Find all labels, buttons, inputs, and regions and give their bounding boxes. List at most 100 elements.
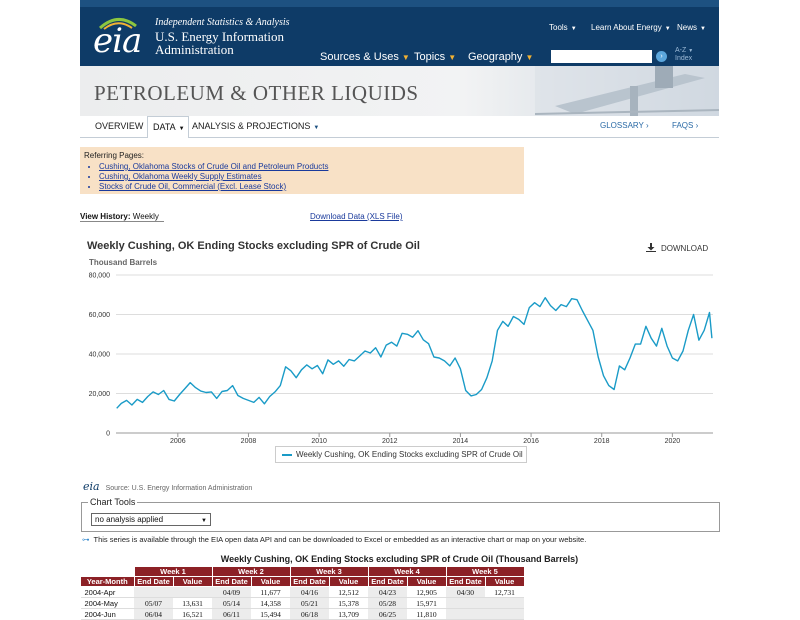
value-cell: 12,731 [485,586,524,598]
value-cell: 11,677 [251,586,290,598]
caret-down-icon: ▼ [700,26,706,32]
end-date-cell: 05/21 [290,597,329,609]
download-data-link[interactable]: Download Data (XLS File) [310,212,402,221]
glossary-link[interactable]: GLOSSARY › [600,121,649,130]
y-tick-label: 60,000 [89,312,111,319]
week-header: Week 4 [367,566,447,577]
col-year-month: Year-Month [80,576,135,587]
end-date-cell [446,608,485,620]
tab-analysis-projections[interactable]: ANALYSIS & PROJECTIONS ▼ [192,121,319,131]
caret-down-icon: ▼ [401,53,410,62]
stocks-line-chart[interactable]: 0 20,000 40,000 60,000 80,000 2006 2008 2010 201… [80,266,719,476]
nav-sources-uses-label: Sources & Uses [320,51,399,63]
end-date-cell: 05/14 [212,597,251,609]
nav-sources-uses[interactable]: Sources & Uses ▼ [320,51,410,63]
page-container: eia Independent Statistics & Analysis U.… [80,0,720,620]
chevron-down-icon: ▼ [201,518,207,524]
value-cell [173,586,212,598]
col-value: Value [172,576,213,587]
chart-title: Weekly Cushing, OK Ending Stocks excludi… [87,240,420,252]
page-section-title: PETROLEUM & OTHER LIQUIDS [94,81,419,105]
value-cell: 16,521 [173,608,212,620]
week-header: Week 2 [211,566,291,577]
end-date-cell: 04/16 [290,586,329,598]
end-date-cell: 05/28 [368,597,407,609]
x-tick-label: 2012 [382,438,398,445]
chart-tools-panel: Chart Tools no analysis applied ▼ [81,497,720,532]
value-cell: 15,494 [251,608,290,620]
download-icon [646,243,656,252]
legend-swatch [282,454,292,456]
api-note: ⊶ This series is available through the EI… [82,535,586,544]
col-end-date: End Date [445,576,486,587]
value-cell [485,597,524,609]
end-date-cell [446,597,485,609]
y-tick-label: 0 [106,431,110,438]
x-tick-label: 2006 [170,438,186,445]
caret-down-icon: ▼ [664,26,671,32]
value-cell: 13,709 [329,608,368,620]
col-value: Value [406,576,447,587]
view-history-value: Weekly [132,212,159,221]
value-cell: 11,810 [407,608,446,620]
tab-data[interactable]: DATA ▼ [147,116,189,138]
value-cell: 15,971 [407,597,446,609]
col-end-date: End Date [133,576,174,587]
x-tick-label: 2020 [665,438,681,445]
table-row: 2004-May 05/07 13,631 05/14 14,358 05/21 15,37… [80,597,524,609]
oil-pumpjack-image [535,66,719,116]
x-tick-label: 2018 [594,438,610,445]
caret-down-icon: ▼ [313,125,320,131]
table-row: 2004-Jun 06/04 16,521 06/11 15,494 06/18 13,70… [80,608,524,620]
referring-pages-list: Cushing, Oklahoma Stocks of Crude Oil an… [84,162,328,192]
col-end-date: End Date [211,576,252,587]
nav-topics[interactable]: Topics ▼ [414,51,456,63]
col-end-date: End Date [289,576,330,587]
az-label: A-Z [675,47,687,54]
data-table: Week 1 Week 2 Week 3 Week 4 Week 5 Year-… [80,566,525,620]
value-cell: 15,378 [329,597,368,609]
view-history[interactable]: View History: Weekly [80,212,164,222]
faqs-link[interactable]: FAQS › [672,121,698,130]
key-icon: ⊶ [82,535,90,544]
end-date-cell: 05/07 [134,597,173,609]
value-cell: 12,512 [329,586,368,598]
tab-overview[interactable]: OVERVIEW [95,121,143,131]
referring-link[interactable]: Stocks of Crude Oil, Commercial (Excl. L… [99,182,328,192]
x-tick-label: 2016 [523,438,539,445]
year-month-cell: 2004-Apr [80,586,134,598]
value-cell: 14,358 [251,597,290,609]
search-input[interactable] [551,50,652,63]
nav-learn-about-energy[interactable]: Learn About Energy ▼ [591,23,671,32]
chart-download-button[interactable]: DOWNLOAD [646,243,708,253]
nav-tools[interactable]: Tools ▼ [549,23,577,32]
y-tick-label: 20,000 [89,391,111,398]
analysis-select[interactable]: no analysis applied ▼ [91,513,211,526]
eia-logo[interactable]: eia [93,21,142,61]
referring-pages-box: Referring Pages: Cushing, Oklahoma Stock… [80,147,524,194]
eia-mini-logo: eia [83,480,100,493]
nav-geography[interactable]: Geography ▼ [468,51,533,63]
org-name[interactable]: U.S. Energy Information Administration [155,30,284,56]
x-tick-label: 2010 [311,438,327,445]
value-cell: 13,631 [173,597,212,609]
tab-analysis-label: ANALYSIS & PROJECTIONS [192,121,311,131]
col-value: Value [484,576,525,587]
year-month-cell: 2004-Jun [80,608,134,620]
col-value: Value [250,576,291,587]
search-button[interactable]: › [656,51,667,62]
search-icon: › [660,53,663,60]
chart-download-label: DOWNLOAD [661,244,709,253]
chart-source: eia Source: U.S. Energy Information Admin… [83,480,252,493]
y-tick-label: 40,000 [89,352,111,359]
referring-link[interactable]: Cushing, Oklahoma Stocks of Crude Oil an… [99,162,328,172]
referring-link[interactable]: Cushing, Oklahoma Weekly Supply Estimate… [99,172,328,182]
source-text: Source: U.S. Energy Information Administ… [105,485,253,492]
week-header: Week 1 [133,566,213,577]
nav-news[interactable]: News ▼ [677,23,706,32]
chart-legend[interactable]: Weekly Cushing, OK Ending Stocks excludi… [275,446,527,463]
index-label: Index [675,55,693,62]
nav-learn-label: Learn About Energy [591,23,662,32]
view-history-label: View History: [80,212,131,221]
az-index-link[interactable]: A-Z ▼ Index [675,47,693,63]
